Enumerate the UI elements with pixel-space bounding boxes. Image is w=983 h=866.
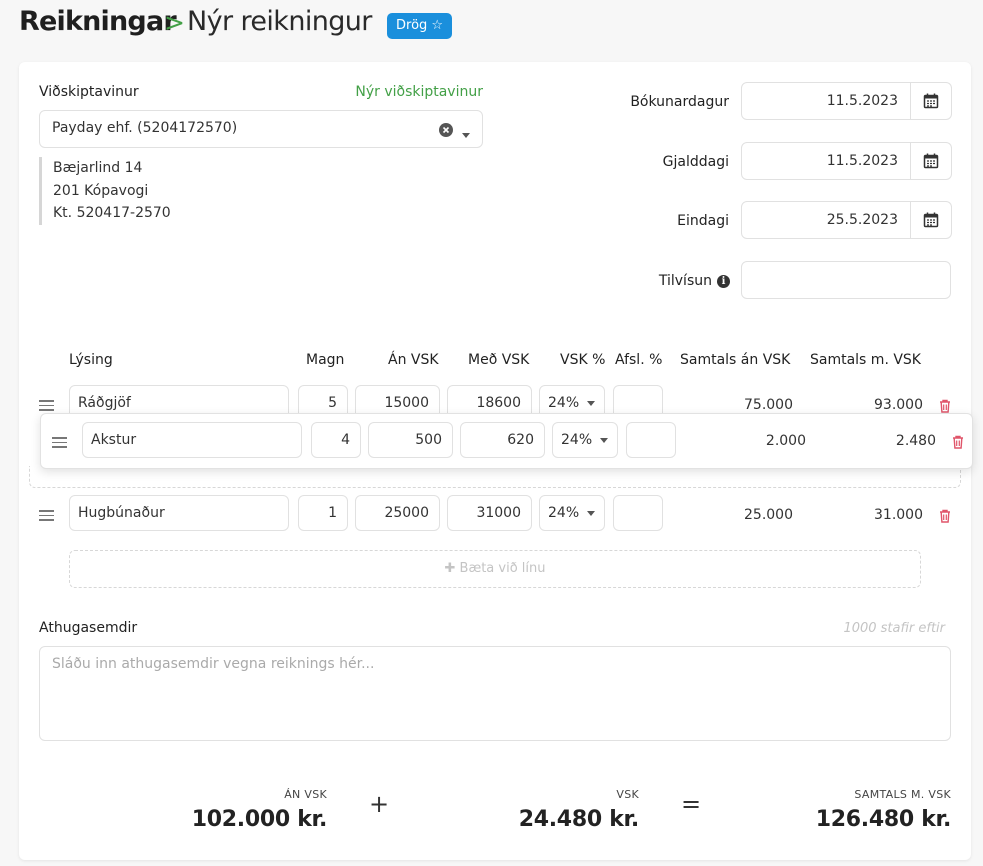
summary-ex-vat-value: 102.000 kr. [191,807,328,832]
due-date-input[interactable]: 25.5.2023 [741,201,911,239]
row-description-input[interactable]: Hugbúnaður [69,495,289,531]
row-total-inc-vat: 93.000 [874,397,923,413]
row-discount-input[interactable] [613,495,663,531]
row-price-ex-vat-input[interactable]: 25000 [355,495,440,531]
col-quantity: Magn [306,352,345,368]
row-total-ex-vat: 25.000 [744,507,793,523]
reference-label: Tilvísun [658,273,712,289]
chevron-down-icon [587,400,596,406]
row-price-ex-vat-input[interactable]: 500 [368,422,453,458]
row-total-inc-vat: 31.000 [874,507,923,523]
row-quantity-input[interactable]: 1 [298,495,348,531]
chevron-down-icon[interactable] [462,127,470,143]
notes-textarea[interactable]: Sláðu inn athugasemdir vegna reiknings h… [39,646,951,741]
customer-address: Bæjarlind 14 201 Kópavogi Kt. 520417-257… [39,157,171,225]
summary-vat-label: VSK [616,788,639,801]
booking-date-label: Bókunardagur [630,94,729,110]
customer-select[interactable]: Payday ehf. (5204172570) [39,110,483,148]
col-total-ex-vat: Samtals án VSK [680,352,791,368]
new-customer-link[interactable]: Nýr viðskiptavinur [355,84,483,100]
drag-handle-icon[interactable] [39,510,54,524]
reference-input[interactable] [741,261,951,299]
summary-total-label: SAMTALS M. VSK [854,788,951,801]
row-total-ex-vat: 75.000 [744,397,793,413]
row-discount-input[interactable] [626,422,676,458]
summary-ex-vat-label: ÁN VSK [284,788,327,801]
row-vat-value: 24% [548,395,580,411]
due-date-label: Eindagi [677,213,729,229]
clear-icon[interactable] [439,123,453,137]
booking-date-input[interactable]: 11.5.2023 [741,82,911,120]
row-vat-value: 24% [561,432,593,448]
calendar-icon[interactable] [911,201,952,239]
customer-select-value: Payday ehf. (5204172570) [52,120,238,136]
billing-date-label: Gjalddagi [662,154,729,170]
due-date-field[interactable]: 25.5.2023 [741,201,952,239]
row-price-inc-vat-input[interactable]: 620 [460,422,545,458]
trash-icon[interactable] [939,508,951,527]
equals-sign: = [681,790,702,818]
info-icon[interactable]: i [717,274,730,288]
row-quantity-input[interactable]: 4 [311,422,361,458]
breadcrumb-root[interactable]: Reikningar [19,6,177,37]
page-title: Nýr reikningur [187,6,372,37]
customer-label: Viðskiptavinur [39,84,139,100]
summary-vat-value: 24.480 kr. [518,807,640,832]
drag-handle-icon[interactable] [52,437,67,451]
row-price-inc-vat-input[interactable]: 31000 [447,495,532,531]
breadcrumb-chevron-icon: > [164,8,185,37]
row-description-input[interactable]: Akstur [82,422,302,458]
address-city: 201 Kópavogi [53,182,149,199]
customer-kennitala: Kt. 520417-2570 [53,205,171,221]
billing-date-input[interactable]: 11.5.2023 [741,142,911,180]
col-price-ex-vat: Án VSK [388,352,439,368]
add-line-button[interactable]: ✚ Bæta við línu [69,550,921,588]
booking-date-field[interactable]: 11.5.2023 [741,82,952,120]
calendar-icon[interactable] [911,142,952,180]
row-vat-select[interactable]: 24% [552,422,618,458]
col-vat-pct: VSK % [560,352,606,368]
row-total-inc-vat: 2.480 [895,433,936,449]
drop-placeholder [29,466,961,488]
col-description: Lýsing [69,352,113,368]
row-vat-select[interactable]: 24% [539,495,605,531]
reference-label-wrap: Tilvísun i [600,273,730,289]
col-total-inc-vat: Samtals m. VSK [810,352,921,368]
summary-total-value: 126.480 kr. [815,807,952,832]
notes-char-counter: 1000 stafir eftir [843,621,945,636]
col-discount-pct: Afsl. % [615,352,663,368]
chevron-down-icon [600,437,609,443]
billing-date-field[interactable]: 11.5.2023 [741,142,952,180]
plus-sign: + [369,790,390,818]
notes-label: Athugasemdir [39,620,138,636]
dragged-table-row[interactable]: Akstur 4 500 620 24% 2.000 2.480 [40,413,973,469]
drag-handle-icon[interactable] [39,400,54,414]
row-vat-value: 24% [548,505,580,521]
trash-icon[interactable] [952,434,964,453]
chevron-down-icon [587,510,596,516]
calendar-icon[interactable] [911,82,952,120]
col-price-inc-vat: Með VSK [468,352,530,368]
address-street: Bæjarlind 14 [53,160,143,176]
row-total-ex-vat: 2.000 [765,433,806,449]
status-badge[interactable]: Drög ☆ [387,13,453,39]
